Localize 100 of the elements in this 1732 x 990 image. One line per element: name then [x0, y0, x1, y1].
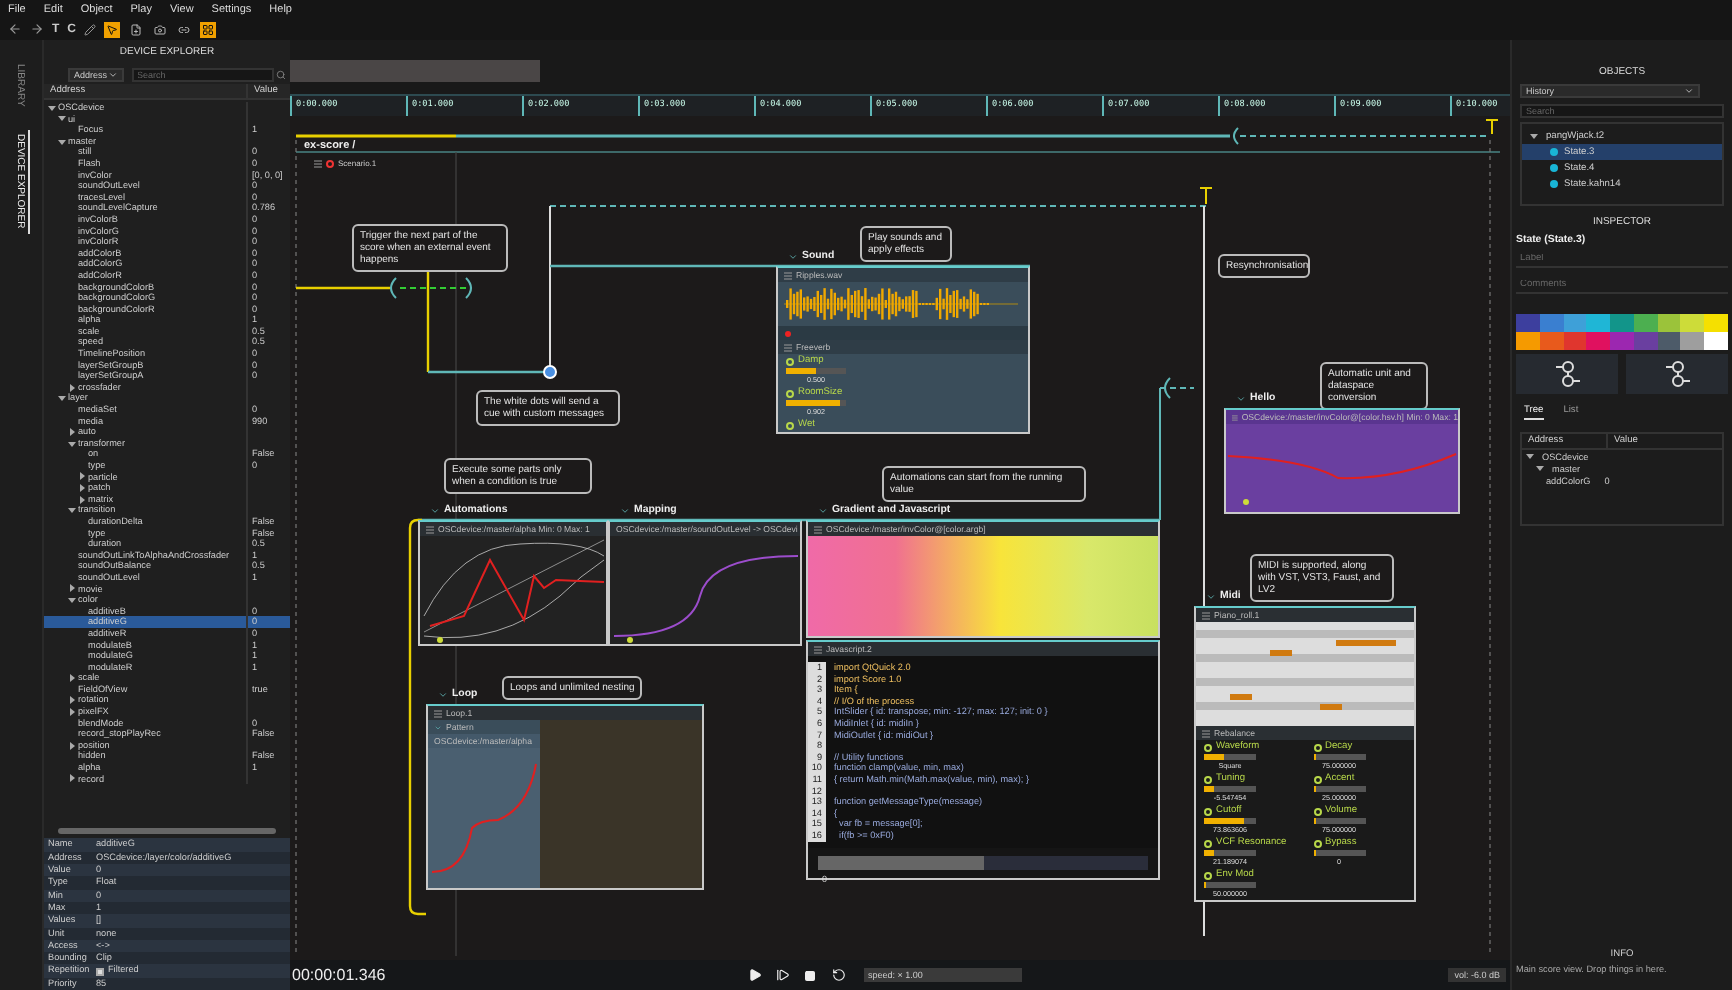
tool-button[interactable] — [128, 21, 145, 37]
color-swatch[interactable] — [1610, 314, 1634, 332]
chevron-icon[interactable] — [788, 251, 798, 261]
menu-icon[interactable] — [1202, 729, 1210, 737]
expanded-arrow-icon[interactable] — [68, 439, 76, 448]
slider-fill[interactable] — [1204, 818, 1243, 824]
slider-track[interactable] — [1204, 786, 1256, 792]
collapsed-arrow-icon[interactable] — [78, 495, 86, 504]
slider-track[interactable] — [1313, 754, 1365, 760]
tool-button[interactable] — [200, 21, 217, 37]
chevron-icon[interactable] — [818, 505, 828, 515]
color-swatch[interactable] — [1516, 314, 1540, 332]
slider-track[interactable] — [1204, 882, 1256, 888]
collapsed-arrow-icon[interactable] — [78, 472, 86, 481]
slider-track[interactable] — [1204, 818, 1256, 824]
chevron-icon[interactable] — [1206, 591, 1216, 601]
port-icon[interactable] — [1313, 807, 1321, 815]
color-swatch[interactable] — [1539, 332, 1564, 350]
color-swatch[interactable] — [1633, 314, 1658, 332]
back-arrow-icon[interactable] — [8, 22, 22, 36]
color-swatch[interactable] — [1704, 314, 1728, 332]
menu-icon[interactable] — [1202, 611, 1210, 619]
port-icon[interactable] — [786, 421, 794, 429]
slider-track[interactable] — [1313, 818, 1365, 824]
expanded-arrow-icon[interactable] — [1536, 464, 1544, 472]
stop-button[interactable] — [800, 965, 820, 985]
port-icon[interactable] — [1204, 839, 1212, 847]
color-swatch[interactable] — [1704, 332, 1728, 350]
collapsed-arrow-icon[interactable] — [68, 707, 76, 716]
collapsed-arrow-icon[interactable] — [78, 483, 86, 492]
forward-arrow-icon[interactable] — [30, 22, 44, 36]
slider-fill[interactable] — [818, 855, 983, 869]
expanded-arrow-icon[interactable] — [58, 137, 66, 146]
color-swatch[interactable] — [1680, 332, 1705, 350]
port-icon[interactable] — [1204, 807, 1212, 815]
expanded-arrow-icon[interactable] — [1530, 132, 1538, 140]
color-swatch[interactable] — [1657, 314, 1681, 332]
port-icon[interactable] — [1204, 775, 1212, 783]
port-icon[interactable] — [1204, 871, 1212, 879]
slider-track[interactable] — [1313, 786, 1365, 792]
port-icon[interactable] — [1313, 839, 1321, 847]
expanded-arrow-icon[interactable] — [58, 394, 66, 403]
code-editor[interactable] — [808, 656, 1158, 847]
color-swatch[interactable] — [1586, 332, 1611, 350]
slider-track[interactable] — [786, 368, 846, 374]
port-icon[interactable] — [786, 357, 794, 365]
color-swatch[interactable] — [1680, 314, 1705, 332]
port-icon[interactable] — [786, 389, 794, 397]
pencil-icon[interactable] — [84, 23, 97, 35]
tool-button[interactable] — [176, 21, 193, 37]
slider-fill[interactable] — [786, 368, 816, 374]
chevron-icon[interactable] — [430, 505, 440, 515]
collapsed-arrow-icon[interactable] — [68, 774, 76, 783]
condition-button[interactable] — [1516, 354, 1618, 394]
port-icon[interactable] — [1313, 743, 1321, 751]
expanded-arrow-icon[interactable] — [48, 103, 56, 112]
slider-track[interactable] — [1204, 850, 1256, 856]
menu-icon[interactable] — [814, 525, 822, 533]
port-icon[interactable] — [1204, 743, 1212, 751]
chevron-icon[interactable] — [438, 689, 448, 699]
menu-icon[interactable] — [426, 525, 434, 533]
slider-track[interactable] — [1204, 754, 1256, 760]
process-box[interactable] — [806, 640, 1160, 879]
color-swatch[interactable] — [1539, 314, 1564, 332]
slider-fill[interactable] — [1204, 850, 1215, 856]
expanded-arrow-icon[interactable] — [68, 506, 76, 515]
expanded-arrow-icon[interactable] — [68, 595, 76, 604]
port-icon[interactable] — [1313, 775, 1321, 783]
checkbox[interactable] — [96, 967, 104, 976]
play-from-button[interactable] — [772, 965, 792, 985]
menu-icon[interactable] — [314, 159, 322, 167]
slider-fill[interactable] — [1204, 754, 1225, 760]
tool-button[interactable] — [152, 21, 169, 37]
collapsed-arrow-icon[interactable] — [68, 383, 76, 392]
slider-fill[interactable] — [1204, 786, 1215, 792]
color-swatch[interactable] — [1633, 332, 1658, 350]
collapsed-arrow-icon[interactable] — [68, 741, 76, 750]
collapsed-arrow-icon[interactable] — [68, 674, 76, 683]
collapsed-arrow-icon[interactable] — [68, 428, 76, 437]
color-swatch[interactable] — [1563, 332, 1587, 350]
color-swatch[interactable] — [1563, 314, 1587, 332]
color-gradient[interactable] — [808, 536, 1158, 636]
menu-icon[interactable] — [784, 271, 792, 279]
piano-roll-drawing[interactable] — [1196, 622, 1414, 726]
slider-track[interactable] — [1313, 850, 1365, 856]
expanded-arrow-icon[interactable] — [1526, 452, 1534, 460]
color-swatch[interactable] — [1657, 332, 1681, 350]
collapsed-arrow-icon[interactable] — [68, 584, 76, 593]
chevron-icon[interactable] — [1236, 393, 1246, 403]
condition-button[interactable] — [1626, 354, 1728, 394]
expanded-arrow-icon[interactable] — [58, 114, 66, 123]
color-swatch[interactable] — [1516, 332, 1540, 350]
color-swatch[interactable] — [1586, 314, 1611, 332]
collapsed-arrow-icon[interactable] — [68, 696, 76, 705]
menu-icon[interactable] — [784, 343, 792, 351]
play-button[interactable] — [744, 965, 764, 985]
menu-icon[interactable] — [814, 645, 822, 653]
color-swatch[interactable] — [1610, 332, 1634, 350]
menu-icon[interactable] — [434, 709, 442, 717]
reset-button[interactable] — [828, 965, 848, 985]
